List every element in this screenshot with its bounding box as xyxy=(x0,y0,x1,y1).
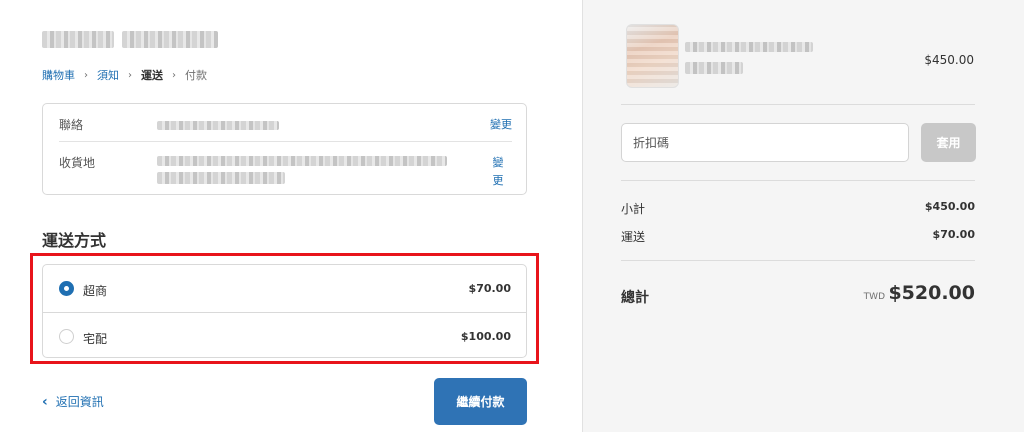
product-price: $450.00 xyxy=(924,53,974,67)
shipping-options: 超商 $70.00 宅配 $100.00 xyxy=(42,264,527,358)
summary-divider xyxy=(621,104,975,105)
contact-label: 聯絡 xyxy=(59,118,84,132)
order-summary: $450.00 套用 小計 $450.00 運送 $70.00 總計 TWD $… xyxy=(582,0,1024,432)
shipping-cost-label: 運送 xyxy=(621,230,646,244)
chevron-right-icon: › xyxy=(172,69,176,81)
shop-name-redacted xyxy=(122,31,218,48)
breadcrumb-cart[interactable]: 購物車 xyxy=(42,67,75,83)
total-value: $520.00 xyxy=(888,282,975,304)
discount-code-input[interactable] xyxy=(621,123,909,162)
summary-divider xyxy=(621,260,975,261)
total-currency: TWD xyxy=(863,292,885,302)
chevron-right-icon: › xyxy=(84,69,88,81)
contact-value-redacted xyxy=(157,121,279,130)
breadcrumb-payment: 付款 xyxy=(185,69,207,82)
radio-selected-icon[interactable] xyxy=(59,281,74,296)
info-divider xyxy=(59,141,512,142)
shipping-option-price: $100.00 xyxy=(460,330,511,343)
total-row: 總計 TWD $520.00 xyxy=(621,282,975,308)
address-label: 收貨地 xyxy=(59,156,96,170)
breadcrumb-notice[interactable]: 須知 xyxy=(97,67,119,83)
product-thumbnail xyxy=(626,24,679,88)
shipping-cost-value: $70.00 xyxy=(932,228,975,241)
shipping-option-convenience-store[interactable]: 超商 $70.00 xyxy=(43,265,526,312)
apply-discount-button[interactable]: 套用 xyxy=(921,123,976,162)
radio-unselected-icon[interactable] xyxy=(59,329,74,344)
breadcrumb: 購物車 › 須知 › 運送 › 付款 xyxy=(42,67,207,83)
total-label: 總計 xyxy=(621,290,649,306)
change-address-link[interactable]: 變更 xyxy=(492,154,504,190)
shop-name-redacted xyxy=(42,31,114,48)
chevron-left-icon: ‹ xyxy=(42,393,48,410)
breadcrumb-shipping: 運送 xyxy=(141,69,163,82)
subtotal-value: $450.00 xyxy=(924,200,975,213)
chevron-right-icon: › xyxy=(128,69,132,81)
summary-divider xyxy=(621,180,975,181)
shipping-option-price: $70.00 xyxy=(468,282,511,295)
shipping-option-name: 宅配 xyxy=(83,332,108,346)
shipping-method-title: 運送方式 xyxy=(42,231,107,250)
subtotal-label: 小計 xyxy=(621,202,646,216)
address-value-redacted xyxy=(157,156,447,166)
return-label: 返回資訊 xyxy=(55,395,104,409)
continue-to-payment-button[interactable]: 繼續付款 xyxy=(434,378,527,425)
change-contact-link[interactable]: 變更 xyxy=(490,116,512,132)
checkout-main: 購物車 › 須知 › 運送 › 付款 聯絡 變更 收貨地 變更 運送方式 超商 … xyxy=(0,0,582,432)
product-variant-redacted xyxy=(685,62,743,74)
address-row: 收貨地 變更 xyxy=(59,154,512,190)
return-to-info-link[interactable]: ‹ 返回資訊 xyxy=(42,393,104,410)
shipping-option-name: 超商 xyxy=(83,284,108,298)
shipping-option-home-delivery[interactable]: 宅配 $100.00 xyxy=(43,313,526,357)
review-info-box: 聯絡 變更 收貨地 變更 xyxy=(42,103,527,195)
contact-row: 聯絡 變更 xyxy=(59,116,512,138)
address-value-redacted xyxy=(157,172,285,184)
product-name-redacted xyxy=(685,42,813,52)
